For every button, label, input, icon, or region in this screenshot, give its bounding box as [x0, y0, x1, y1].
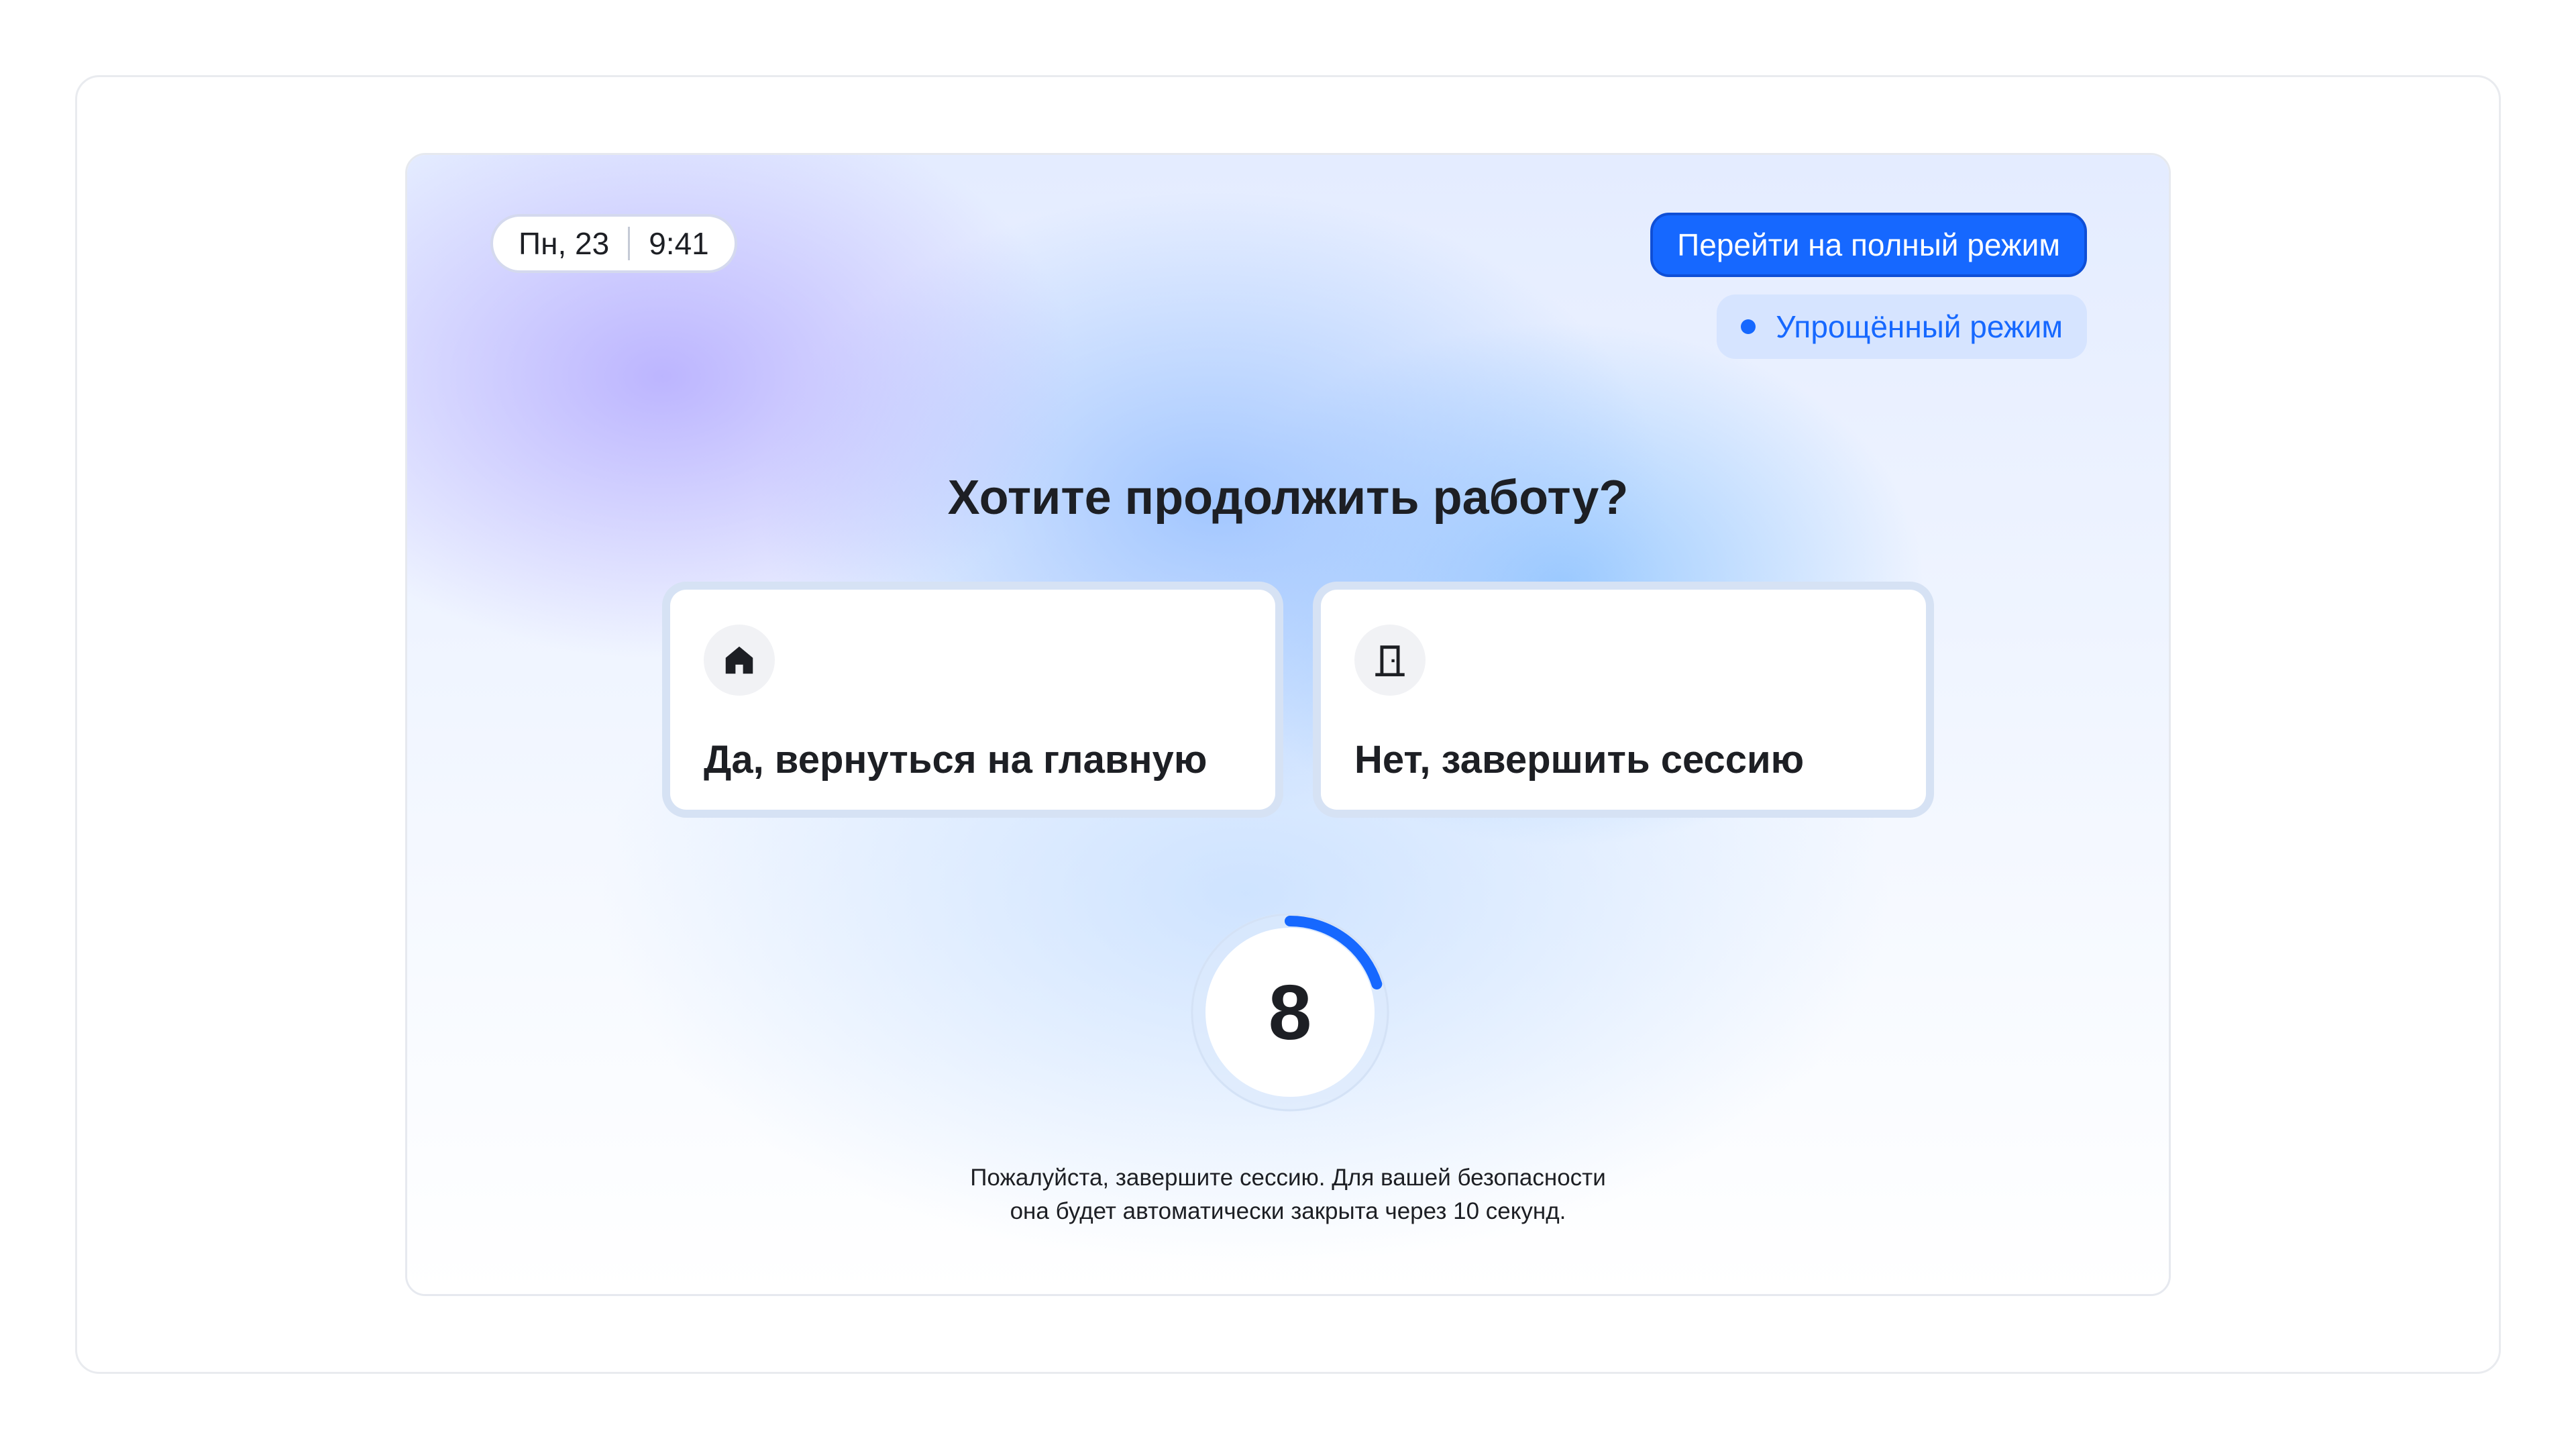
session-notice-line2: она будет автоматически закрыта через 10…	[1010, 1198, 1566, 1224]
return-home-label: Да, вернуться на главную	[704, 738, 1208, 782]
time-label: 9:41	[649, 226, 709, 261]
countdown-timer: 8	[1189, 912, 1391, 1113]
end-session-label: Нет, завершить сессию	[1354, 738, 1805, 782]
session-notice-line1: Пожалуйста, завершите сессию. Для вашей …	[970, 1165, 1606, 1191]
status-dot-icon	[1741, 319, 1756, 334]
home-icon	[704, 625, 775, 696]
session-notice: Пожалуйста, завершите сессию. Для вашей …	[407, 1161, 2169, 1228]
date-label: Пн, 23	[519, 226, 610, 261]
simple-mode-label: Упрощённый режим	[1776, 309, 2063, 344]
datetime-divider	[628, 227, 631, 260]
full-mode-button[interactable]: Перейти на полный режим	[1650, 213, 2087, 277]
simple-mode-badge: Упрощённый режим	[1717, 294, 2087, 359]
datetime-pill: Пн, 23 9:41	[490, 214, 737, 273]
end-session-button[interactable]: Нет, завершить сессию	[1313, 582, 1934, 818]
dialog-question: Хотите продолжить работу?	[947, 471, 1629, 525]
full-mode-button-label: Перейти на полный режим	[1677, 227, 2060, 262]
countdown-seconds: 8	[1268, 969, 1312, 1056]
kiosk-screen: Пн, 23 9:41 Перейти на полный режим Упро…	[405, 153, 2171, 1296]
door-icon	[1354, 625, 1426, 696]
return-home-button[interactable]: Да, вернуться на главную	[662, 582, 1283, 818]
